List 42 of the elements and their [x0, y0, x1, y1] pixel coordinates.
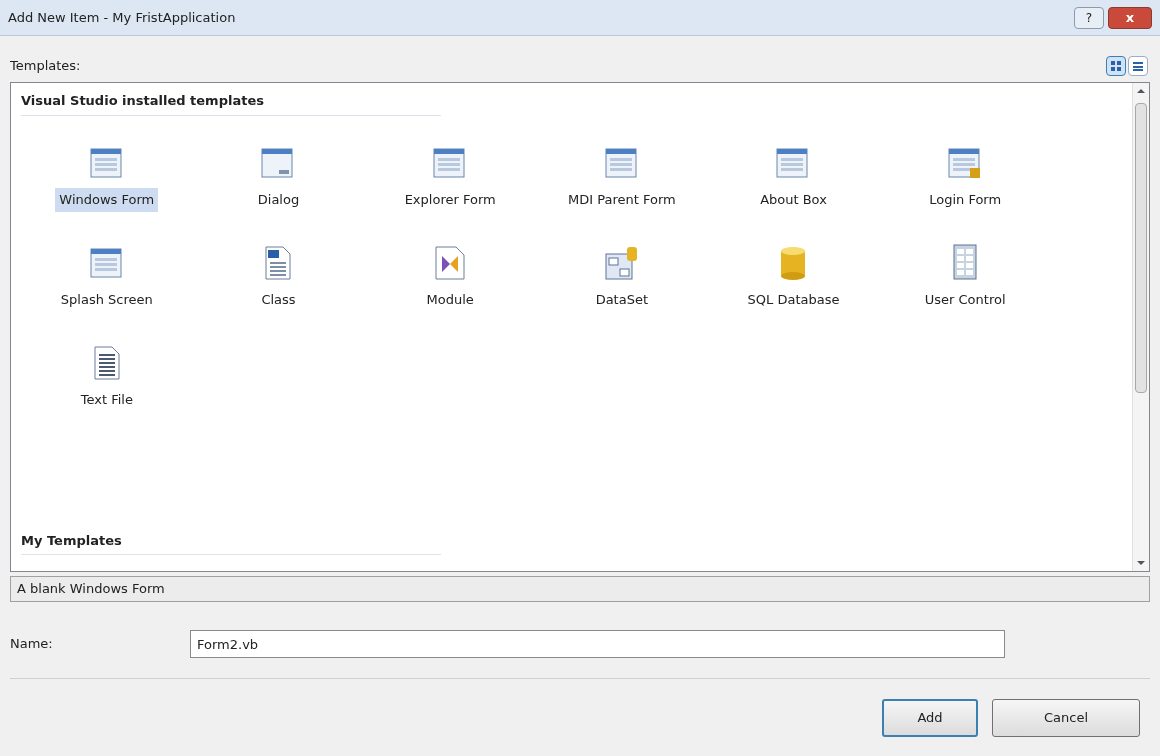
add-button[interactable]: Add	[882, 699, 978, 737]
grid-icon	[1110, 60, 1122, 72]
template-item[interactable]: DataSet	[591, 288, 652, 312]
form-icon	[776, 146, 811, 180]
template-item[interactable]: About Box	[756, 188, 831, 212]
template-item[interactable]: Splash Screen	[56, 288, 157, 312]
form-icon	[89, 146, 124, 180]
template-item[interactable]: MDI Parent Form	[563, 188, 680, 212]
name-label: Name:	[10, 635, 54, 654]
module-icon	[435, 246, 466, 280]
template-item[interactable]: Text File	[76, 388, 137, 412]
name-field[interactable]: Form2.vb	[190, 630, 1005, 658]
cancel-button[interactable]: Cancel	[992, 699, 1140, 737]
form-icon	[89, 246, 124, 280]
form-icon	[433, 146, 468, 180]
template-item[interactable]: Explorer Form	[400, 188, 500, 212]
group-header: My Templates	[21, 530, 441, 555]
template-item[interactable]: Dialog	[253, 188, 304, 212]
dataset-icon	[604, 246, 639, 280]
list-view-button[interactable]	[1128, 56, 1148, 76]
group-header: Visual Studio installed templates	[21, 91, 441, 116]
close-button[interactable]: x	[1108, 6, 1152, 29]
form-lock-icon	[948, 146, 983, 180]
template-item[interactable]: Windows Form	[55, 188, 159, 212]
dialog-icon	[261, 146, 296, 180]
form-icon	[604, 146, 639, 180]
description-text: A blank Windows Form	[17, 580, 165, 599]
large-icons-view-button[interactable]	[1106, 56, 1126, 76]
database-icon	[779, 246, 808, 280]
help-button[interactable]: ?	[1074, 6, 1104, 29]
template-item[interactable]: Class	[257, 288, 300, 312]
template-item[interactable]: User Control	[920, 288, 1010, 312]
list-icon	[1132, 60, 1144, 72]
window-title: Add New Item - My FristApplication	[8, 8, 237, 27]
template-item[interactable]: Login Form	[925, 188, 1006, 212]
scrollbar[interactable]	[1132, 83, 1149, 571]
templates-label: Templates:	[10, 57, 82, 76]
text-file-icon	[93, 346, 120, 380]
template-item[interactable]: SQL Database	[743, 288, 844, 312]
control-icon	[953, 244, 978, 280]
template-item[interactable]: Module	[422, 288, 478, 312]
class-file-icon	[265, 246, 292, 280]
